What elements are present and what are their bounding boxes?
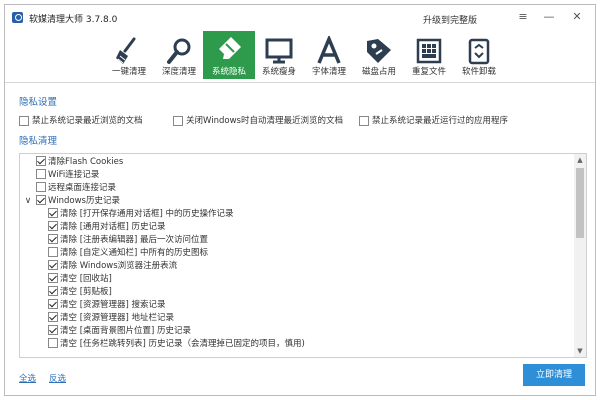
tree-row[interactable]: 清除 [通用对话框] 历史记录	[48, 220, 166, 234]
tree-row[interactable]: 清空 [资源管理器] 地址栏记录	[48, 311, 175, 325]
checkbox[interactable]	[48, 207, 58, 218]
select-all-link[interactable]: 全选	[19, 372, 36, 384]
tool-uninstall[interactable]: 软件卸载	[453, 34, 505, 79]
tree-row-label: 清空 [任务栏跳转列表] 历史记录（会清理掉已固定的项目，慎用)	[60, 339, 305, 349]
toolbar: 一键清理 深度清理 系统隐私 系统瘦身 字体清理 磁盘占用 重复文件 软件卸载	[5, 30, 595, 83]
checkbox[interactable]	[48, 259, 58, 270]
tool-deep-clean[interactable]: 深度清理	[153, 34, 205, 79]
tree-row-label: 清除 [自定义通知栏] 中所有的历史图标	[60, 248, 209, 258]
tree-row[interactable]: ∨ Windows历史记录	[25, 194, 120, 208]
tool-duplicate-files[interactable]: 重复文件	[403, 34, 455, 79]
tool-label: 重复文件	[411, 67, 446, 77]
chevron-down-icon[interactable]: ∨	[23, 195, 33, 208]
tree-row-label: 清除 [打开保存通用对话框] 中的历史操作记录	[60, 209, 234, 219]
tree-row[interactable]: 清除 [打开保存通用对话框] 中的历史操作记录	[48, 207, 234, 221]
checkbox[interactable]	[48, 233, 58, 244]
tree-row[interactable]: 清除 [自定义通知栏] 中所有的历史图标	[48, 246, 209, 260]
tree-row-label: 清空 [资源管理器] 地址栏记录	[60, 313, 175, 323]
tree-row[interactable]: 清空 [剪贴板]	[48, 285, 112, 299]
close-button[interactable]: ✕	[567, 9, 587, 25]
tree-row-label: Windows历史记录	[48, 196, 120, 206]
invert-selection-link[interactable]: 反选	[49, 372, 66, 384]
tree-row-label: 清除Flash Cookies	[48, 157, 124, 167]
checkbox[interactable]	[48, 298, 58, 309]
tree-row[interactable]: 清除 [注册表编辑器] 最后一次访问位置	[48, 233, 209, 247]
tool-label: 一键清理	[111, 67, 146, 77]
scroll-down-icon[interactable]: ▼	[574, 345, 586, 357]
scroll-thumb[interactable]	[576, 168, 584, 238]
tool-label: 磁盘占用	[361, 67, 396, 77]
option-label: 禁止系统记录最近运行过的应用程序	[372, 116, 509, 126]
privacy-cleanup-title: 隐私清理	[19, 136, 58, 147]
tree-row[interactable]: 清空 [资源管理器] 搜索记录	[48, 298, 166, 312]
tool-system-privacy[interactable]: 系统隐私	[203, 31, 255, 79]
upgrade-link[interactable]: 升级到完整版	[423, 13, 477, 26]
tree-row[interactable]: 清除 Windows浏览器注册表流	[48, 259, 178, 273]
app-window: 软媒清理大师 3.7.8.0 升级到完整版 ≡ — ✕ 一键清理 深度清理 系统…	[4, 4, 596, 396]
privacy-cleanup-tree[interactable]: 清除Flash Cookies WiFi连接记录远程桌面连接记录 ∨ Windows历…	[19, 153, 587, 358]
window-title: 软媒清理大师 3.7.8.0	[29, 15, 118, 25]
tree-scrollbar[interactable]: ▲ ▼	[574, 154, 586, 357]
menu-icon[interactable]: ≡	[513, 9, 533, 25]
eraser-icon	[219, 37, 241, 59]
checkbox[interactable]	[48, 246, 58, 257]
tool-disk-usage[interactable]: 磁盘占用	[353, 34, 405, 79]
tool-label: 系统隐私	[211, 67, 246, 77]
app-logo-icon	[12, 12, 23, 23]
broom-icon	[116, 37, 136, 64]
checkbox[interactable]	[359, 115, 369, 126]
checkbox[interactable]	[36, 155, 46, 166]
tool-label: 软件卸载	[461, 67, 496, 77]
option-block-recent-docs[interactable]: 禁止系统记录最近浏览的文档	[19, 114, 143, 126]
tree-row-label: WiFi连接记录	[48, 170, 100, 180]
tree-row-label: 清除 Windows浏览器注册表流	[60, 261, 178, 271]
disk-tag-icon	[367, 39, 391, 63]
tree-row-label: 清空 [桌面背景图片位置] 历史记录	[60, 326, 192, 336]
monitor-icon	[265, 38, 293, 64]
tree-row-label: 远程桌面连接记录	[48, 183, 117, 193]
option-block-recent-apps[interactable]: 禁止系统记录最近运行过的应用程序	[359, 114, 508, 126]
grid-file-icon	[416, 38, 442, 64]
tree-row[interactable]: 远程桌面连接记录	[36, 181, 117, 195]
checkbox[interactable]	[48, 220, 58, 231]
tree-row[interactable]: 清空 [回收站]	[48, 272, 112, 286]
minimize-button[interactable]: —	[539, 9, 559, 25]
checkbox[interactable]	[19, 115, 29, 126]
magnifier-icon	[167, 38, 191, 64]
tree-row[interactable]: WiFi连接记录	[36, 168, 100, 182]
scroll-up-icon[interactable]: ▲	[574, 154, 586, 166]
tree-row[interactable]: 清空 [桌面背景图片位置] 历史记录	[48, 324, 192, 338]
option-clean-docs-on-shutdown[interactable]: 关闭Windows时自动清理最近浏览的文档	[173, 114, 343, 126]
option-label: 禁止系统记录最近浏览的文档	[32, 116, 143, 126]
tool-label: 深度清理	[161, 67, 196, 77]
clean-now-button[interactable]: 立即清理	[523, 364, 585, 386]
checkbox[interactable]	[48, 324, 58, 335]
checkbox[interactable]	[173, 115, 183, 126]
checkbox[interactable]	[48, 311, 58, 322]
tree-row-label: 清空 [剪贴板]	[60, 287, 112, 297]
font-a-icon	[317, 36, 341, 64]
privacy-settings-title: 隐私设置	[19, 97, 58, 108]
tool-font-clean[interactable]: 字体清理	[303, 34, 355, 79]
tree-row-label: 清空 [资源管理器] 搜索记录	[60, 300, 166, 310]
option-label: 关闭Windows时自动清理最近浏览的文档	[186, 116, 343, 126]
tool-one-click-clean[interactable]: 一键清理	[103, 34, 155, 79]
checkbox[interactable]	[36, 181, 46, 192]
tool-label: 系统瘦身	[261, 67, 296, 77]
tree-row-label: 清除 [通用对话框] 历史记录	[60, 222, 166, 232]
checkbox[interactable]	[48, 285, 58, 296]
checkbox[interactable]	[48, 272, 58, 283]
recycle-icon	[468, 38, 490, 65]
tree-row-label: 清除 [注册表编辑器] 最后一次访问位置	[60, 235, 209, 245]
checkbox[interactable]	[36, 168, 46, 179]
tree-row[interactable]: 清空 [任务栏跳转列表] 历史记录（会清理掉已固定的项目，慎用)	[48, 337, 305, 351]
tool-system-slim[interactable]: 系统瘦身	[253, 34, 305, 79]
tree-row[interactable]: 清除Flash Cookies	[36, 155, 124, 169]
tool-label: 字体清理	[311, 67, 346, 77]
tree-row-label: 清空 [回收站]	[60, 274, 112, 284]
title-bar: 软媒清理大师 3.7.8.0 升级到完整版 ≡ — ✕	[5, 5, 595, 30]
checkbox[interactable]	[48, 337, 58, 348]
checkbox[interactable]	[36, 194, 46, 205]
